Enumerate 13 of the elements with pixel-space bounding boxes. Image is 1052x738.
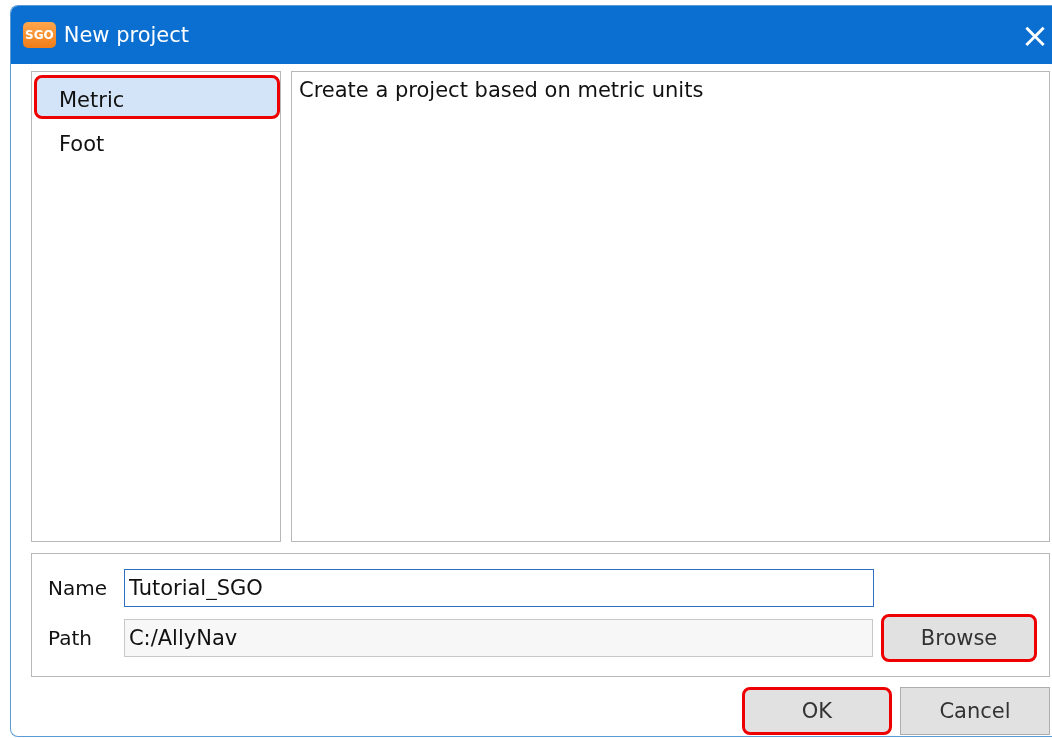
list-item[interactable]: Foot [34,119,280,163]
field-label: Name [48,576,108,600]
input-field[interactable]: C:/AllyNav [123,619,874,657]
dialog-button[interactable]: Cancel [900,687,1050,735]
dialog-button[interactable]: OK [742,687,892,735]
close-button[interactable]: × [1010,18,1052,52]
browse-button[interactable]: Browse [881,614,1037,662]
window-title: New project [63,23,191,47]
list-item[interactable]: Metric [34,75,280,119]
description-text: Create a project based on metric units [299,78,704,102]
input-field[interactable]: Tutorial_SGO [124,569,874,607]
field-label: Path [48,626,93,650]
app-logo: SGO [23,22,56,48]
